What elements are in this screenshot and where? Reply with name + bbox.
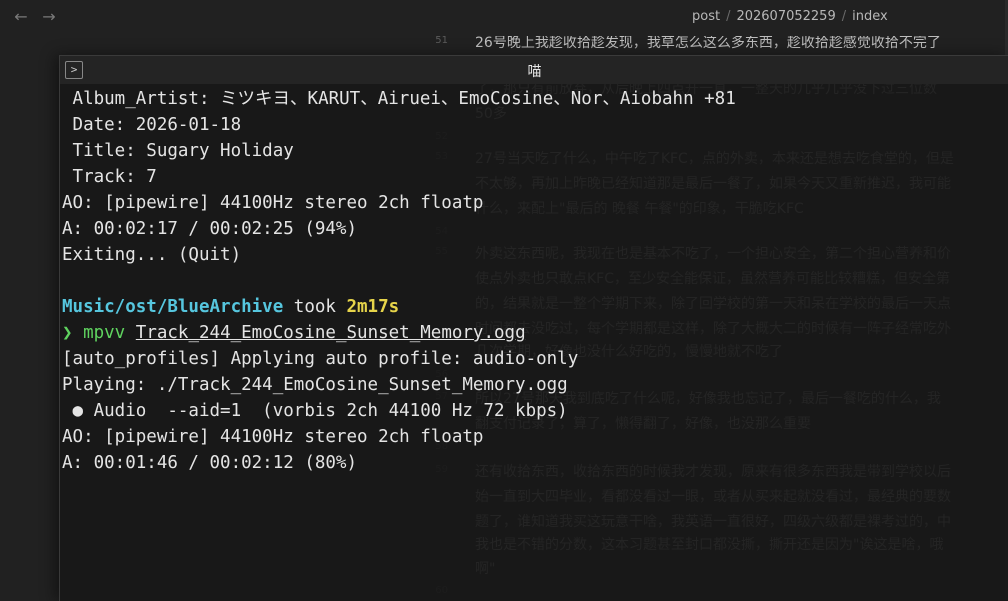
output-line-position: A: 00:01:46 / 00:02:12 (80%) (62, 453, 358, 473)
output-line-auto-profiles: [auto_profiles] Applying auto profile: a… (62, 349, 579, 369)
output-line-playing: Playing: ./Track_244_EmoCosine_Sunset_Me… (62, 375, 568, 395)
line-number: 51 (435, 36, 448, 46)
output-line-position: A: 00:02:17 / 00:02:25 (94%) (62, 219, 358, 239)
editor-topbar: ← → post / 202607052259 / index (0, 0, 1008, 36)
terminal-titlebar[interactable]: > 喵 (60, 56, 1008, 84)
output-line-exiting: Exiting... (Quit) (62, 245, 242, 265)
command-space (125, 323, 136, 343)
prompt-duration: 2m17s (346, 297, 400, 317)
prompt-arrow-icon: ❯ (62, 323, 84, 343)
prompt-took-label: took (283, 297, 347, 317)
terminal-title: 喵 (527, 64, 542, 80)
terminal-output[interactable]: Album_Artist: ミツキヨ、KARUT、Airuei、EmoCosin… (60, 86, 1008, 601)
output-line-track: Track: 7 (62, 167, 157, 187)
breadcrumb-item-folder[interactable]: 202607052259 (736, 9, 835, 24)
breadcrumb-separator: / (841, 9, 847, 24)
terminal-window[interactable]: > 喵 Album_Artist: ミツキヨ、KARUT、Airuei、EmoC… (59, 55, 1008, 601)
prompt-directory: Music/ost/BlueArchive (62, 297, 284, 317)
output-line-title: Title: Sugary Holiday (62, 141, 294, 161)
output-line-ao: AO: [pipewire] 44100Hz stereo 2ch floatp (62, 193, 484, 213)
breadcrumb-item-post[interactable]: post (692, 9, 720, 24)
command-argument[interactable]: Track_244_EmoCosine_Sunset_Memory.ogg (136, 323, 526, 343)
output-line-audio: ● Audio --aid=1 (vorbis 2ch 44100 Hz 72 … (62, 401, 568, 421)
command-line[interactable]: ❯ mpvv Track_244_EmoCosine_Sunset_Memory… (62, 320, 526, 346)
output-line-ao: AO: [pipewire] 44100Hz stereo 2ch floatp (62, 427, 484, 447)
command-name: mpvv (83, 323, 126, 343)
arrow-right-icon[interactable]: → (38, 6, 60, 28)
output-line-date: Date: 2026-01-18 (62, 115, 242, 135)
breadcrumb-separator: / (726, 9, 731, 24)
arrow-left-icon[interactable]: ← (10, 6, 32, 28)
breadcrumb-item-index[interactable]: index (852, 9, 888, 24)
output-line-album-artist: Album_Artist: ミツキヨ、KARUT、Airuei、EmoCosin… (62, 89, 736, 109)
breadcrumb: post / 202607052259 / index (692, 9, 888, 24)
terminal-icon[interactable]: > (65, 61, 83, 79)
editor-line-text: 26号晚上我趁收拾趁发现，我草怎么这么多东西，趁收拾趁感觉收拾不完了 (475, 36, 941, 51)
shell-prompt: Music/ost/BlueArchive took 2m17s (62, 294, 399, 320)
